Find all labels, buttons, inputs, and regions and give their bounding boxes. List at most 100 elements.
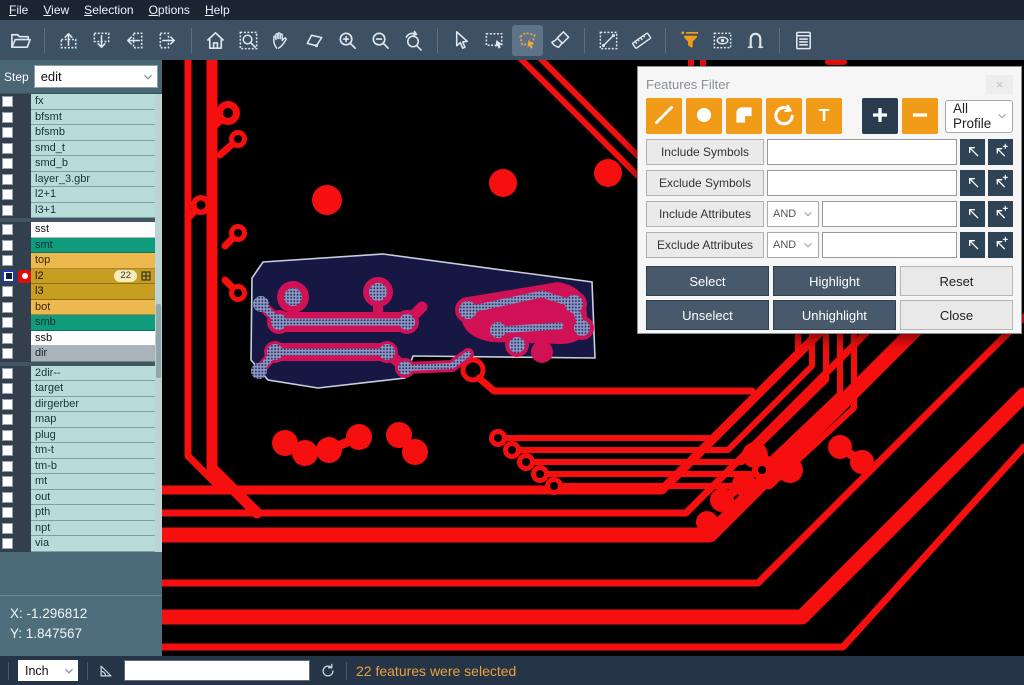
home-view-button[interactable] [200,25,231,56]
snap-button[interactable] [740,25,771,56]
layer-name-dirgerber[interactable]: dirgerber [31,397,155,413]
menu-options[interactable]: Options [149,3,190,17]
layer-name-target[interactable]: target [31,381,155,397]
layer-checkbox-2dir--[interactable] [2,368,13,379]
include-attributes-logic-select[interactable]: AND [767,201,819,227]
scrollbar-thumb[interactable] [156,304,161,377]
layer-checkbox-top[interactable] [2,255,13,266]
layer-checkbox-dir[interactable] [2,348,13,359]
layer-checkbox-map[interactable] [2,414,13,425]
layer-checkbox-l3+1[interactable] [2,205,13,216]
layer-name-smt[interactable]: smt [31,238,155,254]
layer-checkbox-mt[interactable] [2,476,13,487]
filter-surfaces-button[interactable] [726,98,762,134]
layer-checkbox-sst[interactable] [2,224,13,235]
layer-checkbox-smt[interactable] [2,240,13,251]
layer-name-npt[interactable]: npt [31,521,155,537]
include-attributes-button[interactable]: Include Attributes [646,201,764,227]
layer-checkbox-fx[interactable] [2,96,13,107]
shift-view-right-button[interactable] [152,25,183,56]
layer-checkbox-plug[interactable] [2,430,13,441]
layer-name-fx[interactable]: fx [31,94,155,110]
features-filter-button[interactable] [674,25,705,56]
layer-checkbox-smd_b[interactable] [2,158,13,169]
layer-checkbox-smb[interactable] [2,317,13,328]
measure-button[interactable] [593,25,624,56]
layer-name-bfsmb[interactable]: bfsmb [31,125,155,141]
filter-text-button[interactable]: T [806,98,842,134]
zoom-previous-button[interactable] [398,25,429,56]
shift-view-up-button[interactable] [53,25,84,56]
layer-name-tm-b[interactable]: tm-b [31,459,155,475]
layer-checkbox-dirgerber[interactable] [2,399,13,410]
layer-name-sst[interactable]: sst [31,222,155,238]
shift-view-down-button[interactable] [86,25,117,56]
open-button[interactable] [5,25,36,56]
step-select[interactable]: edit [34,65,158,88]
layer-name-2dir--[interactable]: 2dir-- [31,366,155,382]
pick-add-symbol-button[interactable] [988,139,1013,165]
layer-checkbox-out[interactable] [2,492,13,503]
pan-button[interactable] [266,25,297,56]
layer-checkbox-tm-t[interactable] [2,445,13,456]
unit-select[interactable]: Inch [18,660,78,681]
menu-view[interactable]: View [43,3,69,17]
angle-measure-icon[interactable] [97,662,115,680]
layer-name-bfsmt[interactable]: bfsmt [31,110,155,126]
reset-button[interactable]: Reset [900,266,1013,296]
layer-checkbox-l2+1[interactable] [2,189,13,200]
close-button[interactable]: Close [900,300,1013,330]
zoom-area-button[interactable] [299,25,330,56]
pcb-canvas[interactable]: Features Filter × TAll Profile Include S… [162,60,1024,656]
select-button[interactable] [446,25,477,56]
filter-pads-button[interactable] [686,98,722,134]
exclude-symbols-input[interactable] [767,170,957,196]
layer-checkbox-tm-b[interactable] [2,461,13,472]
filter-add-button[interactable] [862,98,898,134]
menu-help[interactable]: Help [205,3,230,17]
layer-name-top[interactable]: top [31,253,155,269]
layer-name-bot[interactable]: bot [31,300,155,316]
unselect-button[interactable]: Unselect [646,300,769,330]
layer-name-smd_b[interactable]: smd_b [31,156,155,172]
layer-name-plug[interactable]: plug [31,428,155,444]
layer-list-scrollbar[interactable] [155,94,162,552]
layer-name-layer_3.gbr[interactable]: layer_3.gbr [31,172,155,188]
layer-checkbox-ssb[interactable] [2,333,13,344]
pick-attribute-button[interactable] [960,201,985,227]
layer-name-pth[interactable]: pth [31,505,155,521]
filter-lines-button[interactable] [646,98,682,134]
layer-name-l2+1[interactable]: l2+1 [31,187,155,203]
select-rectangle-button[interactable] [479,25,510,56]
layer-checkbox-smd_t[interactable] [2,143,13,154]
layer-name-l2[interactable]: l222 [31,269,155,285]
pick-attribute-button[interactable] [960,232,985,258]
layer-name-mt[interactable]: mt [31,474,155,490]
layer-checkbox-target[interactable] [2,383,13,394]
layer-name-smd_t[interactable]: smd_t [31,141,155,157]
exclude-attributes-logic-select[interactable]: AND [767,232,819,258]
zoom-window-button[interactable] [233,25,264,56]
profile-select[interactable]: All Profile [945,100,1013,133]
layer-checkbox-layer_3.gbr[interactable] [2,174,13,185]
select-polygon-button[interactable] [512,25,543,56]
grid-icon[interactable] [141,271,151,281]
dialog-titlebar[interactable]: Features Filter × [646,73,1013,95]
highlight-button[interactable]: Highlight [773,266,896,296]
zoom-in-button[interactable] [332,25,363,56]
layer-name-l3+1[interactable]: l3+1 [31,203,155,219]
view-options-button[interactable] [707,25,738,56]
layer-checkbox-npt[interactable] [2,523,13,534]
exclude-symbols-button[interactable]: Exclude Symbols [646,170,764,196]
layer-name-l3[interactable]: l3 [31,284,155,300]
pick-add-attribute-button[interactable] [988,232,1013,258]
include-symbols-input[interactable] [767,139,957,165]
refresh-icon[interactable] [319,662,337,680]
layer-checkbox-via[interactable] [2,538,13,549]
report-button[interactable] [788,25,819,56]
pick-symbol-button[interactable] [960,170,985,196]
shift-view-left-button[interactable] [119,25,150,56]
menu-selection[interactable]: Selection [84,3,133,17]
layer-checkbox-bot[interactable] [2,302,13,313]
dialog-close-button[interactable]: × [986,75,1013,94]
